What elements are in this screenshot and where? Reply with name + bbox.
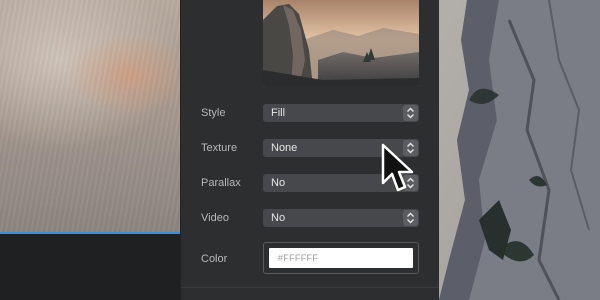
right-background-image [439,0,600,300]
style-select-value: Fill [271,107,286,119]
mouse-pointer-icon [381,143,419,197]
background-image-thumbnail[interactable] [263,0,419,87]
video-select-value: No [271,212,286,224]
panel-divider [181,287,439,288]
texture-label: Texture [201,142,238,154]
left-background-image [0,0,180,233]
parallax-select-value: No [271,177,286,189]
video-select[interactable]: No [263,209,419,227]
color-label: Color [201,253,228,265]
style-select[interactable]: Fill [263,104,419,122]
updown-chevron-icon[interactable] [403,105,418,121]
left-bottom-area [0,234,180,300]
video-label: Video [201,212,229,224]
app-window: Style Fill Texture None Parallax No Vide… [0,0,600,300]
mountain-photo-icon [263,0,419,87]
style-label: Style [201,107,226,119]
color-hex-input[interactable]: #FFFFFF [269,248,413,268]
updown-chevron-icon[interactable] [403,210,418,226]
texture-select-value: None [271,142,298,154]
color-field-frame: #FFFFFF [263,242,419,274]
parallax-label: Parallax [201,177,241,189]
left-texture-overlay [0,0,180,233]
